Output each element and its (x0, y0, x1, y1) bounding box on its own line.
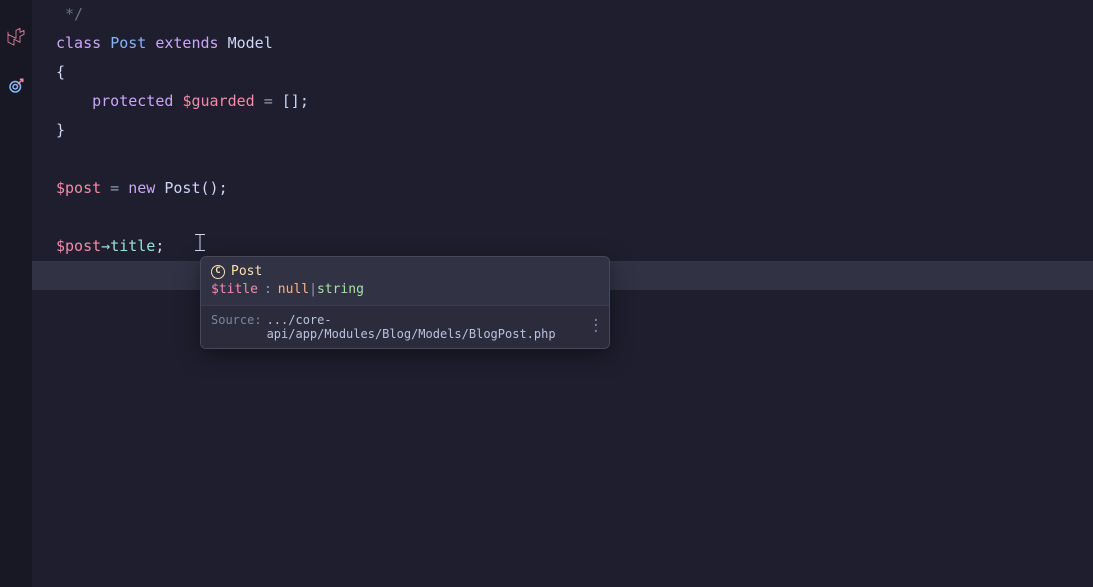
class-badge-icon: C (211, 265, 225, 279)
tooltip-classname: Post (231, 264, 262, 279)
array-token: [] (282, 87, 300, 116)
code-editor[interactable]: */ class Post extends Model { protected … (32, 0, 1093, 587)
activity-sidebar (0, 0, 32, 587)
variable-token: $post (56, 232, 101, 261)
tooltip-colon: : (264, 282, 272, 297)
code-line: protected $guarded = []; (32, 87, 1093, 116)
type-token: Model (228, 29, 273, 58)
keyword-token: extends (155, 29, 218, 58)
target-icon[interactable] (6, 76, 26, 96)
code-line: } (32, 116, 1093, 145)
laravel-icon[interactable] (6, 28, 26, 48)
brace-token: { (56, 58, 65, 87)
code-line: class Post extends Model (32, 29, 1093, 58)
tooltip-source-path: .../core-api/app/Modules/Blog/Models/Blo… (267, 313, 592, 341)
arrow-token: → (101, 232, 110, 261)
code-line: $post = new Post(); (32, 174, 1093, 203)
hover-tooltip: C Post $title: null|string Source: .../c… (200, 256, 610, 349)
operator-token: = (101, 174, 128, 203)
classname-token: Post (155, 174, 200, 203)
paren-token: () (201, 174, 219, 203)
tooltip-type-row: $title: null|string (201, 282, 609, 305)
operator-token: = (255, 87, 282, 116)
tooltip-type-pipe: | (309, 282, 317, 297)
keyword-token: class (56, 29, 101, 58)
comment-token: */ (56, 0, 83, 29)
semicolon-token: ; (155, 232, 164, 261)
variable-token: $post (56, 174, 101, 203)
keyword-token: new (128, 174, 155, 203)
code-line: { (32, 58, 1093, 87)
tooltip-property: $title (211, 282, 258, 297)
tooltip-type-string: string (317, 282, 364, 297)
classname-token: Post (110, 29, 146, 58)
tooltip-source-row: Source: .../core-api/app/Modules/Blog/Mo… (201, 305, 609, 348)
keyword-token: protected (92, 87, 173, 116)
code-line-empty (32, 145, 1093, 174)
variable-token: $guarded (182, 87, 254, 116)
tooltip-type-null: null (278, 282, 309, 297)
tooltip-class-row: C Post (201, 257, 609, 282)
tooltip-source-label: Source: (211, 313, 262, 327)
semicolon-token: ; (300, 87, 309, 116)
code-line: */ (32, 0, 1093, 29)
brace-token: } (56, 116, 65, 145)
semicolon-token: ; (219, 174, 228, 203)
code-line-empty (32, 203, 1093, 232)
property-token: title (110, 232, 155, 261)
more-actions-icon[interactable]: ··· (592, 319, 599, 336)
